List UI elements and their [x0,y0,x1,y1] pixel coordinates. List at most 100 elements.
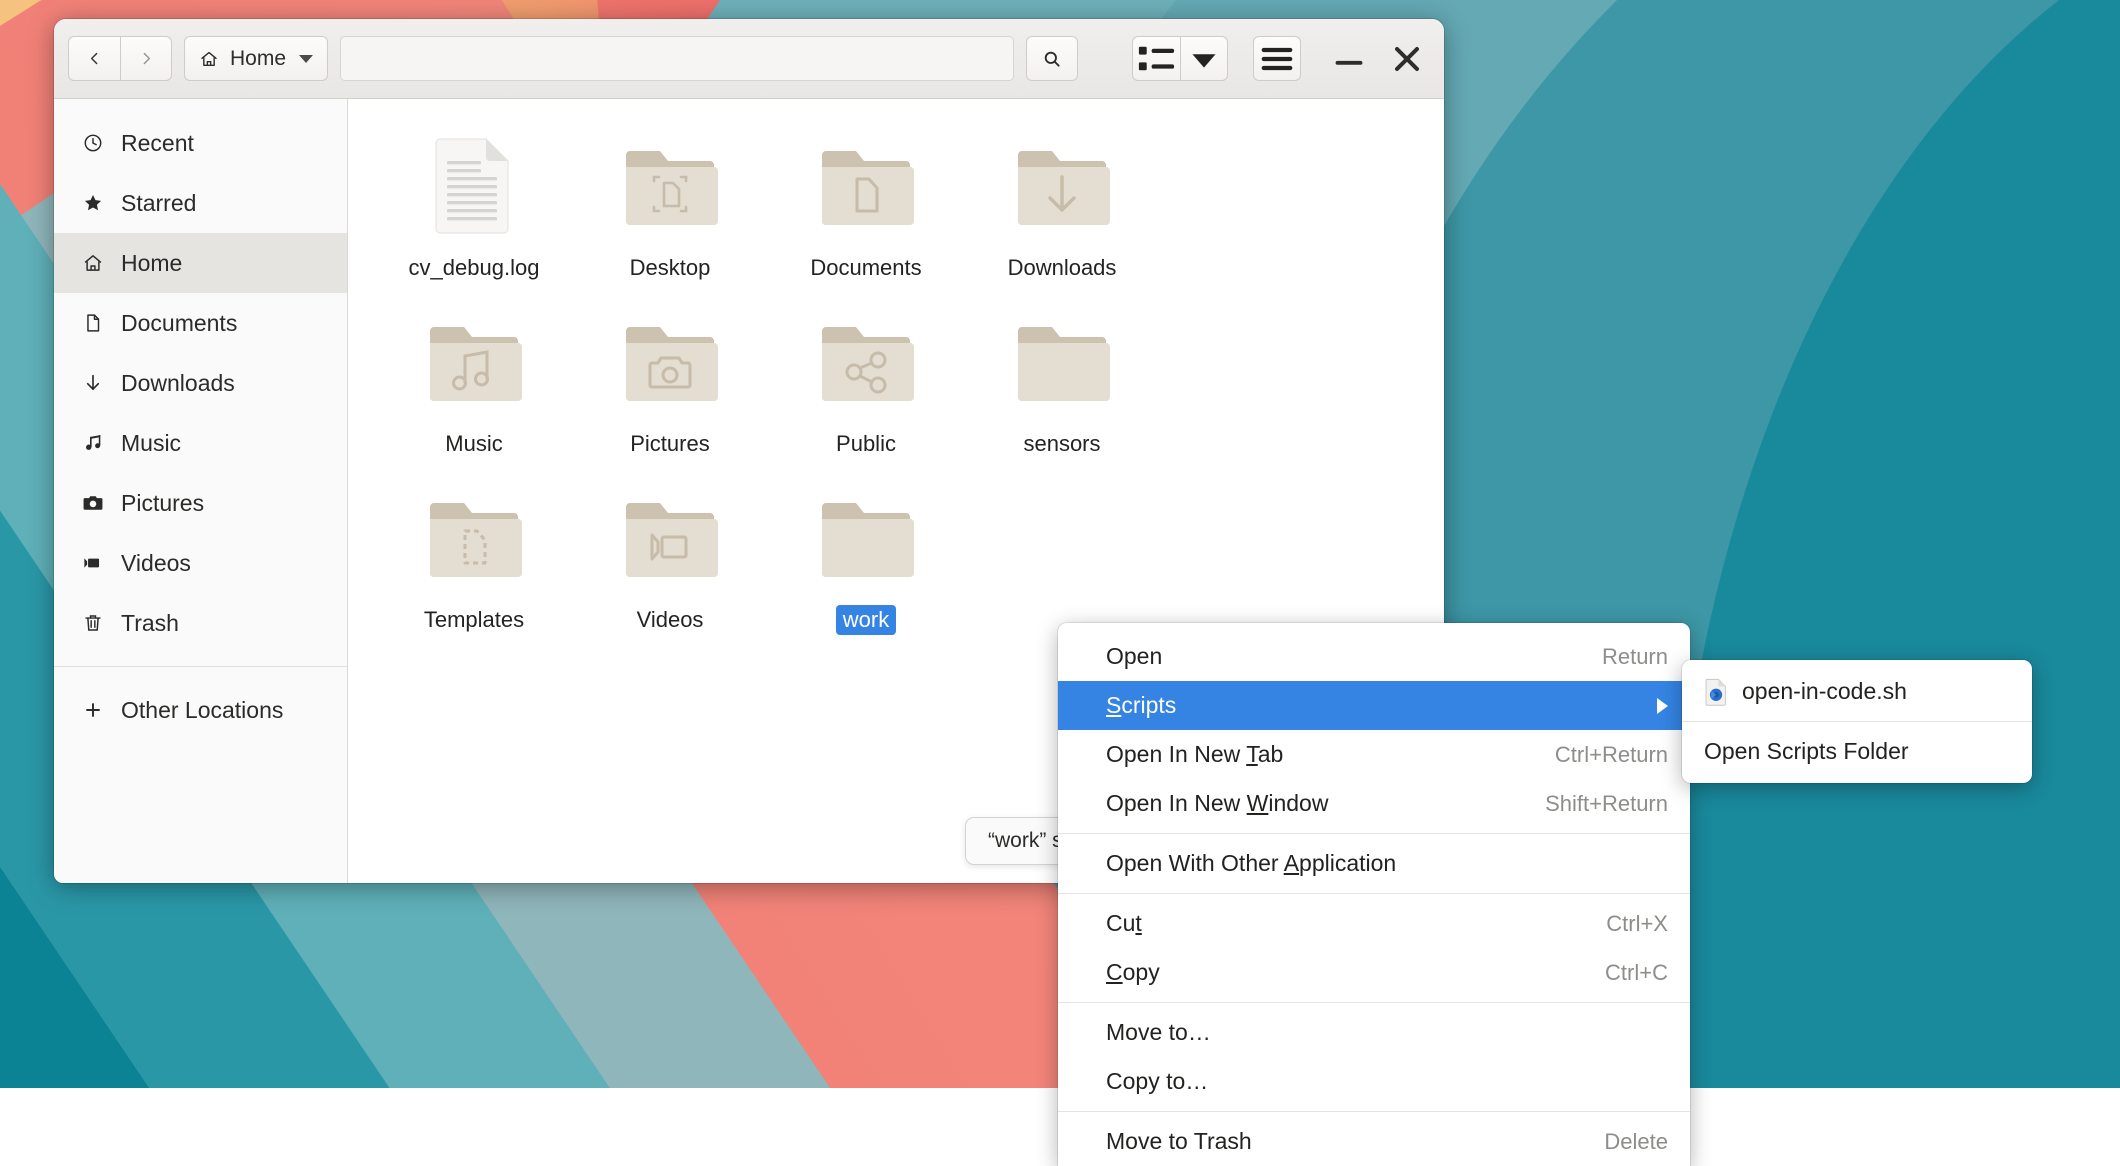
sidebar-item-trash[interactable]: Trash [54,593,347,653]
menu-item-shortcut: Return [1602,644,1668,670]
menu-separator [1058,1002,1690,1003]
menu-item-label: Copy to… [1106,1068,1668,1095]
minimize-button[interactable] [1326,36,1372,81]
menu-item-shortcut: Ctrl+Return [1555,742,1668,768]
folder-downloads-icon [1006,129,1118,241]
back-button[interactable] [68,36,120,81]
sidebar-label: Music [121,430,181,457]
menu-item-shortcut: Shift+Return [1545,791,1668,817]
file-item[interactable]: Downloads [974,125,1150,283]
sidebar-label: Starred [121,190,196,217]
menu-separator [1058,893,1690,894]
sidebar-item-music[interactable]: Music [54,413,347,473]
submenu-separator [1682,721,2032,722]
folder-public-icon [810,305,922,417]
submenu-item-label: Open Scripts Folder [1704,738,2012,765]
file-item[interactable]: Music [386,301,562,459]
sidebar-item-documents[interactable]: Documents [54,293,347,353]
menu-item-label: Scripts [1106,692,1657,719]
file-item[interactable]: Documents [778,125,954,283]
menu-item-label: Move to Trash [1106,1128,1604,1155]
sidebar-label: Pictures [121,490,204,517]
breadcrumb-path-label: Home [230,47,286,71]
document-icon [80,311,105,336]
menu-item-label: Move to… [1106,1019,1668,1046]
view-dropdown-chevron-down-icon[interactable] [1180,36,1228,81]
file-label: Videos [630,605,711,635]
sidebar-item-videos[interactable]: Videos [54,533,347,593]
menu-item-label: Cut [1106,910,1606,937]
sidebar-item-pictures[interactable]: Pictures [54,473,347,533]
folder-templates-icon [418,481,530,593]
star-icon [80,191,105,216]
hamburger-menu-icon[interactable] [1253,36,1301,81]
menu-item-open-in-new-tab[interactable]: Open In New Tab Ctrl+Return [1058,730,1690,779]
menu-item-label: Open In New Tab [1106,741,1555,768]
folder-videos-icon [614,481,726,593]
menu-item-label: Open In New Window [1106,790,1545,817]
file-item-selected[interactable]: work [778,477,954,635]
menu-item-open-in-new-window[interactable]: Open In New Window Shift+Return [1058,779,1690,828]
text-file-icon [418,129,530,241]
breadcrumb-path-button[interactable]: Home [184,36,328,81]
view-mode-button-group [1132,36,1228,81]
list-view-icon[interactable] [1132,36,1180,81]
sidebar-label: Videos [121,550,191,577]
menu-item-label: Open [1106,643,1602,670]
submenu-item-open-scripts-folder[interactable]: Open Scripts Folder [1682,727,2032,776]
menu-item-copy-to[interactable]: Copy to… [1058,1057,1690,1106]
forward-button[interactable] [120,36,172,81]
menu-item-move-to-trash[interactable]: Move to Trash Delete [1058,1117,1690,1166]
sidebar-divider [54,666,347,667]
folder-pictures-icon [614,305,726,417]
video-icon [80,551,105,576]
trash-icon [80,611,105,636]
file-item[interactable]: cv_debug.log [386,125,562,283]
menu-item-copy[interactable]: Copy Ctrl+C [1058,948,1690,997]
close-button[interactable] [1384,36,1430,81]
file-label: Desktop [623,253,718,283]
folder-plain-icon [1006,305,1118,417]
music-icon [80,431,105,456]
scripts-submenu: open-in-code.sh Open Scripts Folder [1682,660,2032,783]
sidebar-label: Downloads [121,370,235,397]
sidebar: Recent Starred Home Documents [54,99,348,883]
search-input[interactable] [340,36,1014,81]
sidebar-item-downloads[interactable]: Downloads [54,353,347,413]
file-item[interactable]: Templates [386,477,562,635]
menu-item-scripts[interactable]: Scripts [1058,681,1690,730]
sidebar-item-home[interactable]: Home [54,233,347,293]
window-header-bar: Home [54,19,1444,99]
search-button[interactable] [1026,36,1078,81]
menu-item-label: Open With Other Application [1106,850,1668,877]
file-label: Music [438,429,509,459]
file-label: work [836,605,896,635]
sidebar-item-other-locations[interactable]: Other Locations [54,680,347,740]
file-item[interactable]: Pictures [582,301,758,459]
file-label: cv_debug.log [402,253,547,283]
folder-documents-icon [810,129,922,241]
download-icon [80,371,105,396]
menu-item-open-with-other-application[interactable]: Open With Other Application [1058,839,1690,888]
file-label: Downloads [1001,253,1124,283]
menu-item-cut[interactable]: Cut Ctrl+X [1058,899,1690,948]
sidebar-label: Home [121,250,182,277]
file-item[interactable]: Public [778,301,954,459]
file-item[interactable]: Videos [582,477,758,635]
menu-item-open[interactable]: Open Return [1058,632,1690,681]
file-item[interactable]: Desktop [582,125,758,283]
file-item[interactable]: sensors [974,301,1150,459]
submenu-item-open-in-code-sh[interactable]: open-in-code.sh [1682,667,2032,716]
sidebar-item-starred[interactable]: Starred [54,173,347,233]
file-label: Pictures [623,429,716,459]
file-label: sensors [1016,429,1107,459]
file-label: Templates [417,605,531,635]
sidebar-label: Documents [121,310,237,337]
folder-music-icon [418,305,530,417]
script-file-icon [1704,678,1729,706]
sidebar-label: Recent [121,130,194,157]
menu-item-move-to[interactable]: Move to… [1058,1008,1690,1057]
sidebar-label: Other Locations [121,697,283,724]
menu-separator [1058,1111,1690,1112]
sidebar-item-recent[interactable]: Recent [54,113,347,173]
